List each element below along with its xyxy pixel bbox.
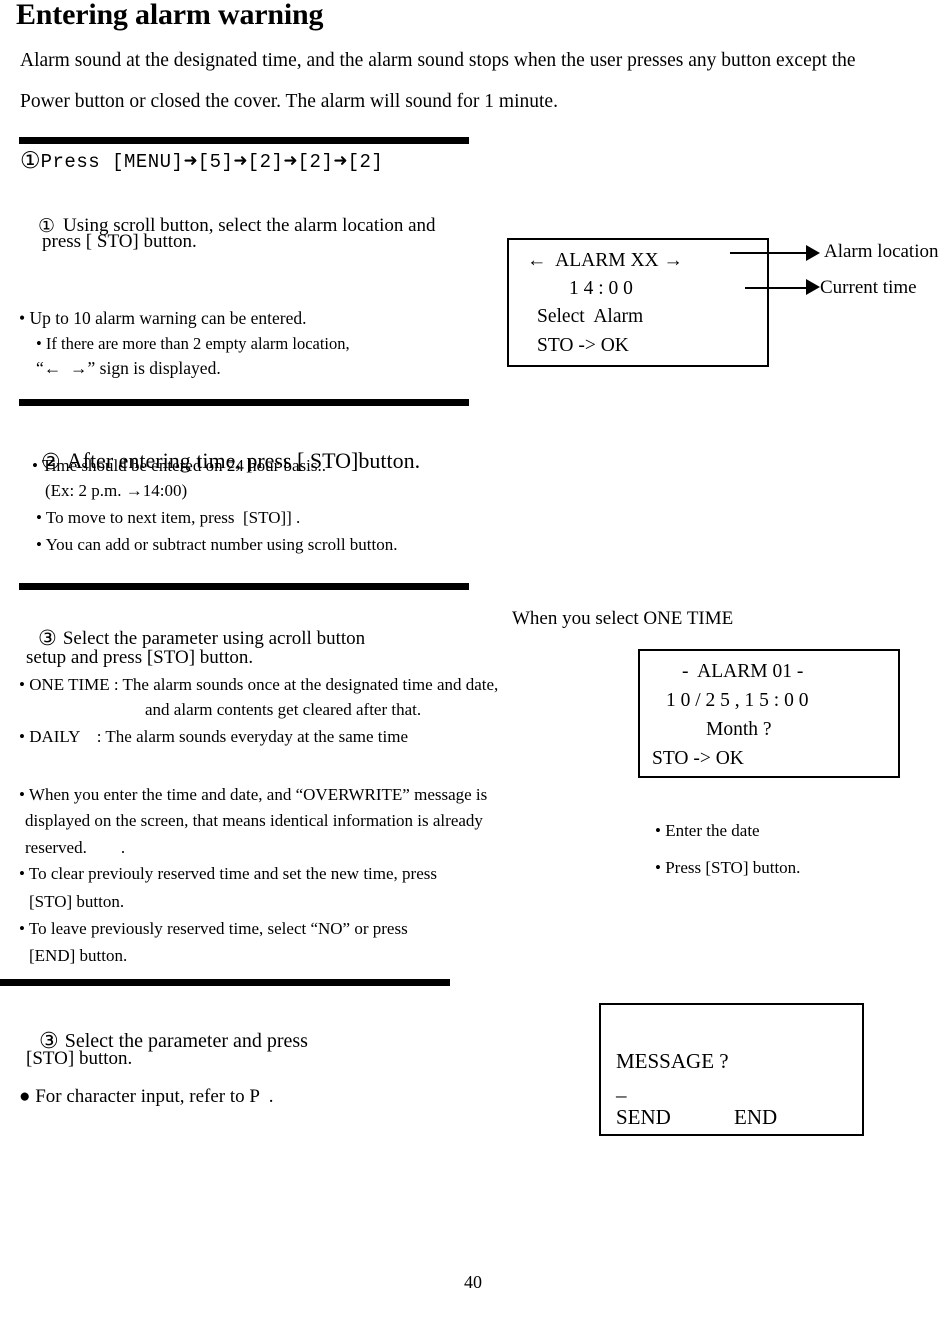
- lcd1-line-1: ← ALARM XX →: [527, 250, 684, 271]
- lcd1-line-4: STO -> OK: [537, 335, 629, 356]
- lcd3-softkey-end: END: [734, 1105, 778, 1129]
- section-divider-2: [19, 399, 469, 406]
- step-3-overwrite-note-1: • When you enter the time and date, and …: [19, 785, 488, 804]
- arrow-icon-1: ➜: [183, 151, 198, 171]
- step-3-note-1: • ONE TIME : The alarm sounds once at th…: [19, 675, 499, 694]
- step-2-note-2: (Ex: 2 p.m. →14:00): [45, 481, 188, 500]
- step-3-overwrite-note-7: [END] button.: [29, 946, 128, 965]
- section-divider-1: [19, 137, 469, 144]
- arrow-icon-2: ➜: [233, 151, 248, 171]
- step-4-note: ● For character input, refer to P .: [19, 1086, 274, 1107]
- arrow-icon-3: ➜: [283, 151, 298, 171]
- lcd1-line-2: 1 4 : 0 0: [569, 278, 633, 299]
- step-1-key-4: [2]: [347, 151, 384, 173]
- arrow-icon-4: ➜: [333, 151, 348, 171]
- callout-leader-2: [745, 287, 813, 289]
- section-divider-3: [19, 583, 469, 590]
- callout-arrowhead-2: [806, 279, 820, 295]
- step-1-note-1: • Up to 10 alarm warning can be entered.: [19, 308, 307, 328]
- callout-label-alarm-location: Alarm location: [824, 241, 939, 262]
- callout-arrowhead-1: [806, 245, 820, 261]
- step-3-note-2: and alarm contents get cleared after tha…: [145, 700, 422, 719]
- callout-label-current-time: Current time: [820, 277, 917, 298]
- page-number: 40: [464, 1272, 482, 1292]
- intro-paragraph: Alarm sound at the designated time, and …: [20, 40, 940, 122]
- step-3-heading-2: setup and press [STO] button.: [26, 647, 254, 668]
- step-3-overwrite-note-6: • To leave previously reserved time, sel…: [19, 919, 408, 938]
- lcd2-line-4: STO -> OK: [652, 748, 744, 769]
- step-3-overwrite-note-3: reserved. .: [25, 838, 126, 857]
- page-title: Entering alarm warning: [16, 0, 324, 31]
- lcd2-line-1: - ALARM 01 -: [682, 661, 804, 682]
- section-divider-4: [0, 979, 450, 986]
- lcd1-line-3: Select Alarm: [537, 306, 644, 327]
- step-1-press-label: Press [MENU]: [40, 151, 184, 173]
- step-1-sub-line-2: press [ STO] button.: [42, 231, 197, 252]
- step-3-overwrite-note-4: • To clear previouly reserved time and s…: [19, 864, 437, 883]
- lcd2-side-note-1: • Enter the date: [655, 821, 760, 840]
- step-1-key-3: [2]: [297, 151, 334, 173]
- document-page: Entering alarm warning Alarm sound at th…: [0, 0, 946, 1318]
- step-3-right-label: When you select ONE TIME: [512, 608, 734, 629]
- step-1-key-sequence: ①Press [MENU]➜[5]➜[2]➜[2]➜[2]: [20, 148, 384, 174]
- intro-line-2: Power button or closed the cover. The al…: [20, 91, 558, 112]
- lcd-display-alarm-select: ← ALARM XX → 1 4 : 0 0 Select Alarm STO …: [507, 238, 769, 367]
- lcd3-line-1: MESSAGE ?: [616, 1049, 729, 1073]
- lcd3-softkey-send: SEND: [616, 1105, 671, 1129]
- lcd2-line-2: 1 0 / 2 5 , 1 5 : 0 0: [666, 690, 809, 711]
- step-1-key-2: [2]: [247, 151, 284, 173]
- callout-leader-1: [730, 252, 808, 254]
- step-3-overwrite-note-2: displayed on the screen, that means iden…: [25, 811, 483, 830]
- step-1-number: ①: [20, 148, 41, 174]
- lcd2-line-3: Month ?: [706, 719, 772, 740]
- lcd-display-message: MESSAGE ? – SEND END: [599, 1003, 864, 1136]
- step-3-overwrite-note-5: [STO] button.: [29, 892, 125, 911]
- step-2-note-1: • Time should be entered on 24 hour basi…: [32, 456, 326, 475]
- step-1-key-1: [5]: [197, 151, 234, 173]
- lcd-display-one-time: - ALARM 01 - 1 0 / 2 5 , 1 5 : 0 0 Month…: [638, 649, 900, 778]
- step-4-heading-2: [STO] button.: [26, 1048, 133, 1069]
- step-1-note-3: “← →” sign is displayed.: [36, 358, 221, 378]
- lcd2-side-note-2: • Press [STO] button.: [655, 858, 801, 877]
- step-3-heading-text: Select the parameter using acroll button: [62, 628, 366, 649]
- step-2-note-3: • To move to next item, press [STO]] .: [36, 508, 301, 527]
- intro-line-1: Alarm sound at the designated time, and …: [20, 50, 856, 71]
- step-1-note-2: • If there are more than 2 empty alarm l…: [36, 334, 350, 353]
- step-2-note-4: • You can add or subtract number using s…: [36, 535, 398, 554]
- step-3-note-3: • DAILY : The alarm sounds everyday at t…: [19, 727, 408, 746]
